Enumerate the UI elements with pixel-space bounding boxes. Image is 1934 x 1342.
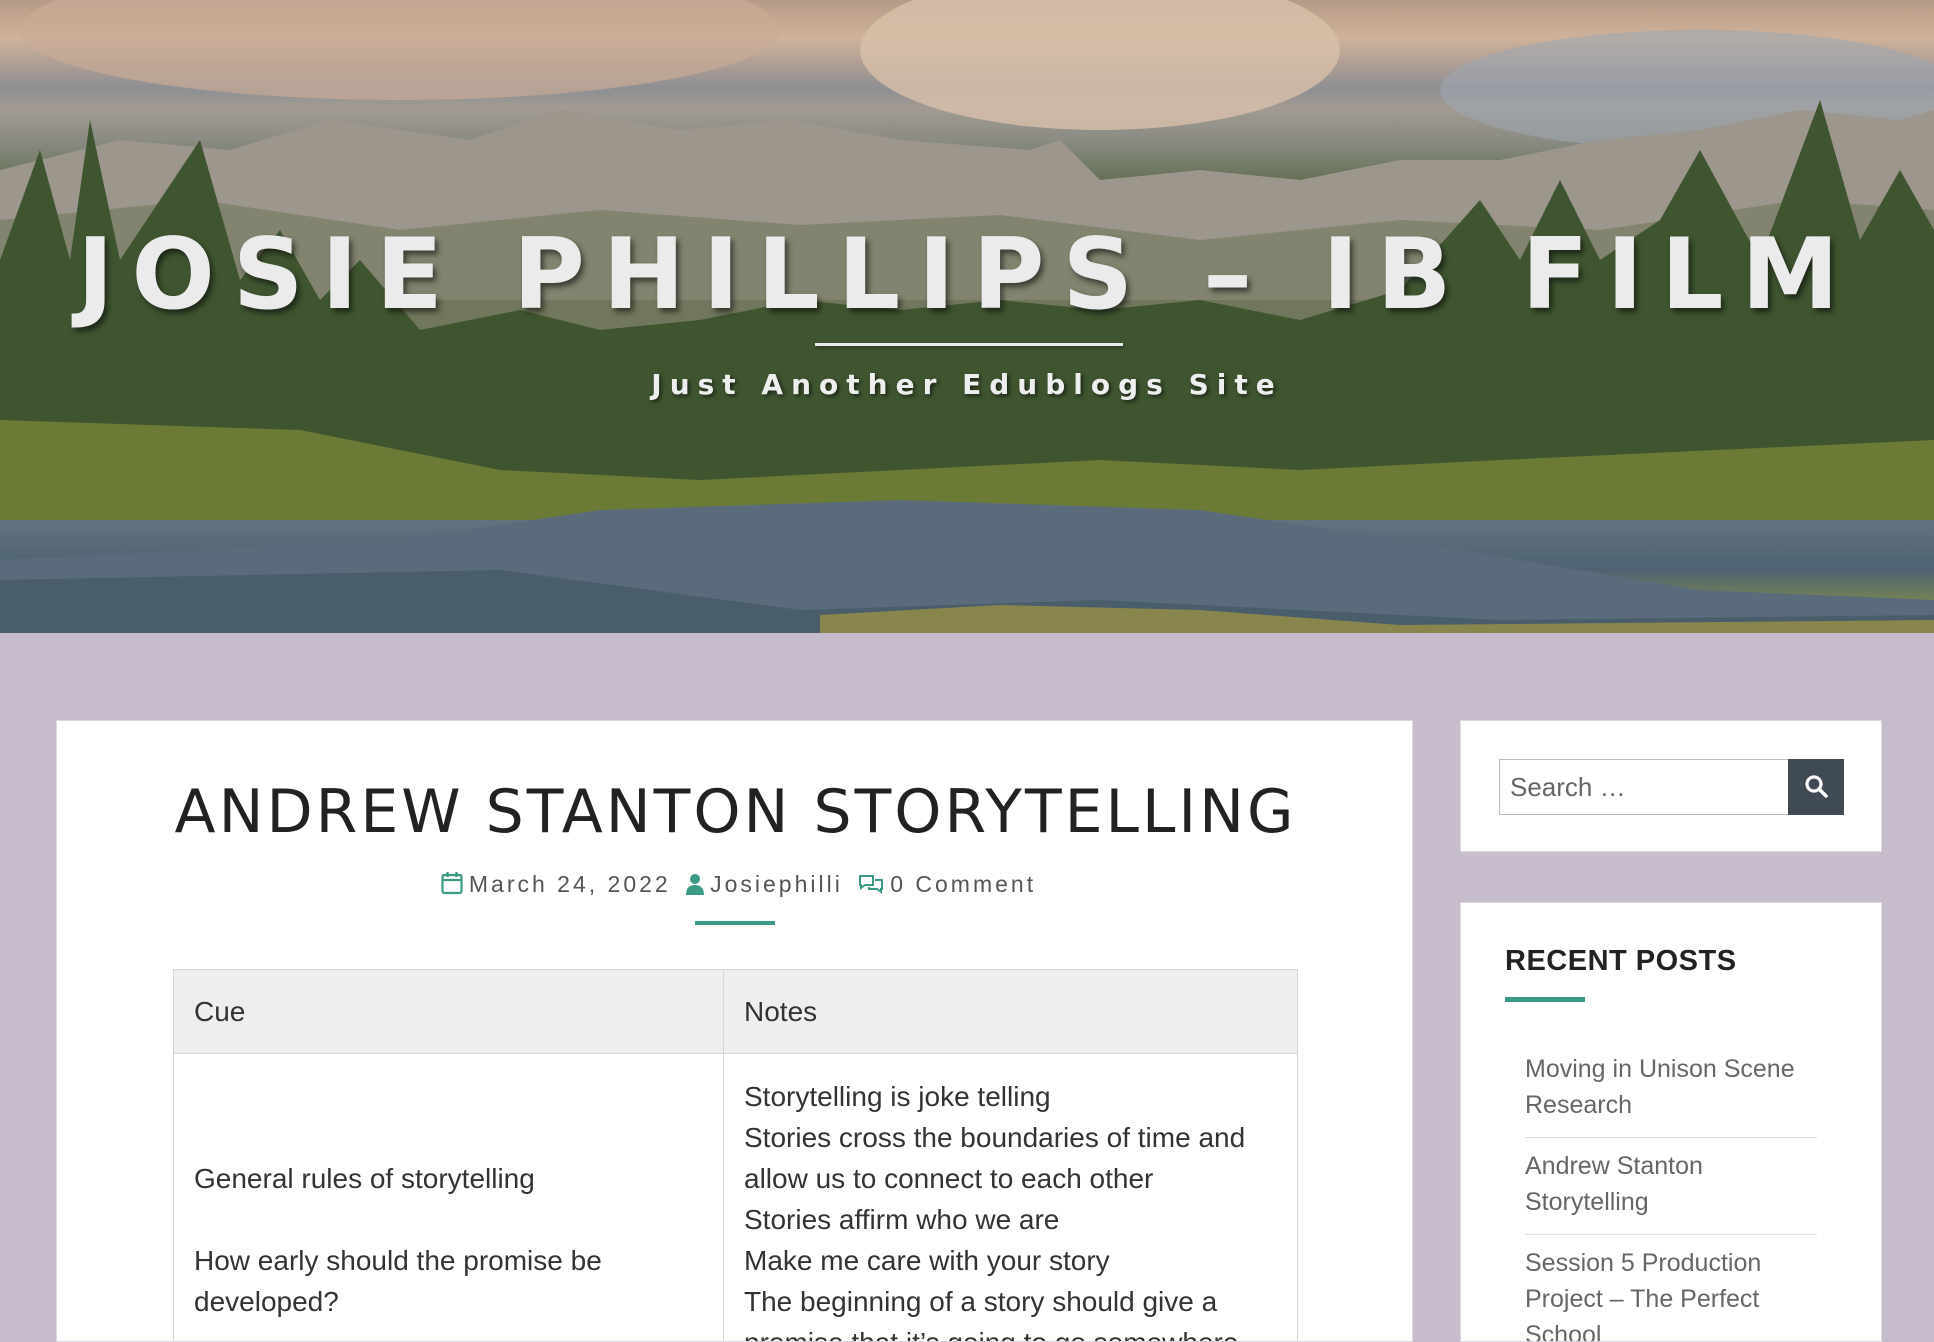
recent-posts-list: Moving in Unison Scene Research Andrew S… xyxy=(1525,1041,1817,1341)
search-icon xyxy=(1803,773,1829,802)
search-button[interactable] xyxy=(1788,759,1844,815)
cornell-notes-table: Cue Notes General rules of storytelling … xyxy=(173,969,1298,1341)
post-date[interactable]: March 24, 2022 xyxy=(469,871,671,897)
cue-item: General rules of storytelling xyxy=(194,1163,535,1194)
notes-cell: Storytelling is joke telling Stories cro… xyxy=(723,1053,1298,1341)
list-item: Moving in Unison Scene Research xyxy=(1525,1041,1817,1138)
recent-posts-divider xyxy=(1505,997,1585,1002)
table-header-cue: Cue xyxy=(173,969,724,1054)
note-item: The beginning of a story should give a p… xyxy=(744,1286,1238,1341)
title-divider xyxy=(815,343,1123,346)
meta-divider xyxy=(695,921,775,925)
post-comments-link[interactable]: 0 Comment xyxy=(890,871,1036,897)
recent-post-link[interactable]: Session 5 Production Project – The Perfe… xyxy=(1525,1249,1761,1341)
calendar-icon xyxy=(441,871,463,901)
post-card: ANDREW STANTON STORYTELLING March 24, 20… xyxy=(56,720,1413,1342)
site-title[interactable]: JOSIE PHILLIPS – IB FILM xyxy=(0,218,1934,332)
list-item: Session 5 Production Project – The Perfe… xyxy=(1525,1235,1817,1341)
post-title: ANDREW STANTON STORYTELLING xyxy=(174,777,1297,847)
note-item: Storytelling is joke telling xyxy=(744,1081,1051,1112)
post-meta: March 24, 2022 Josiephilli 0 Comment xyxy=(57,871,1412,901)
site-header: JOSIE PHILLIPS – IB FILM Just Another Ed… xyxy=(0,0,1934,633)
user-icon xyxy=(686,873,705,901)
table-row: General rules of storytelling How early … xyxy=(173,1053,1298,1341)
list-item: Andrew Stanton Storytelling xyxy=(1525,1138,1817,1235)
table-header-notes: Notes xyxy=(723,969,1298,1054)
cue-item: How early should the promise be develope… xyxy=(194,1245,602,1317)
recent-post-link[interactable]: Moving in Unison Scene Research xyxy=(1525,1055,1795,1119)
table-header-row: Cue Notes xyxy=(173,969,1298,1054)
search-widget xyxy=(1460,720,1882,852)
note-item: Stories cross the boundaries of time and… xyxy=(744,1122,1246,1194)
search-input[interactable] xyxy=(1499,759,1789,815)
site-description: Just Another Edublogs Site xyxy=(651,368,1283,401)
note-item: Stories affirm who we are xyxy=(744,1204,1060,1235)
recent-posts-heading: RECENT POSTS xyxy=(1505,945,1737,977)
comments-icon xyxy=(858,873,884,901)
note-item: Make me care with your story xyxy=(744,1245,1110,1276)
recent-posts-widget: RECENT POSTS Moving in Unison Scene Rese… xyxy=(1460,902,1882,1342)
cue-cell: General rules of storytelling How early … xyxy=(173,1053,724,1341)
post-author[interactable]: Josiephilli xyxy=(710,871,843,897)
recent-post-link[interactable]: Andrew Stanton Storytelling xyxy=(1525,1152,1703,1216)
